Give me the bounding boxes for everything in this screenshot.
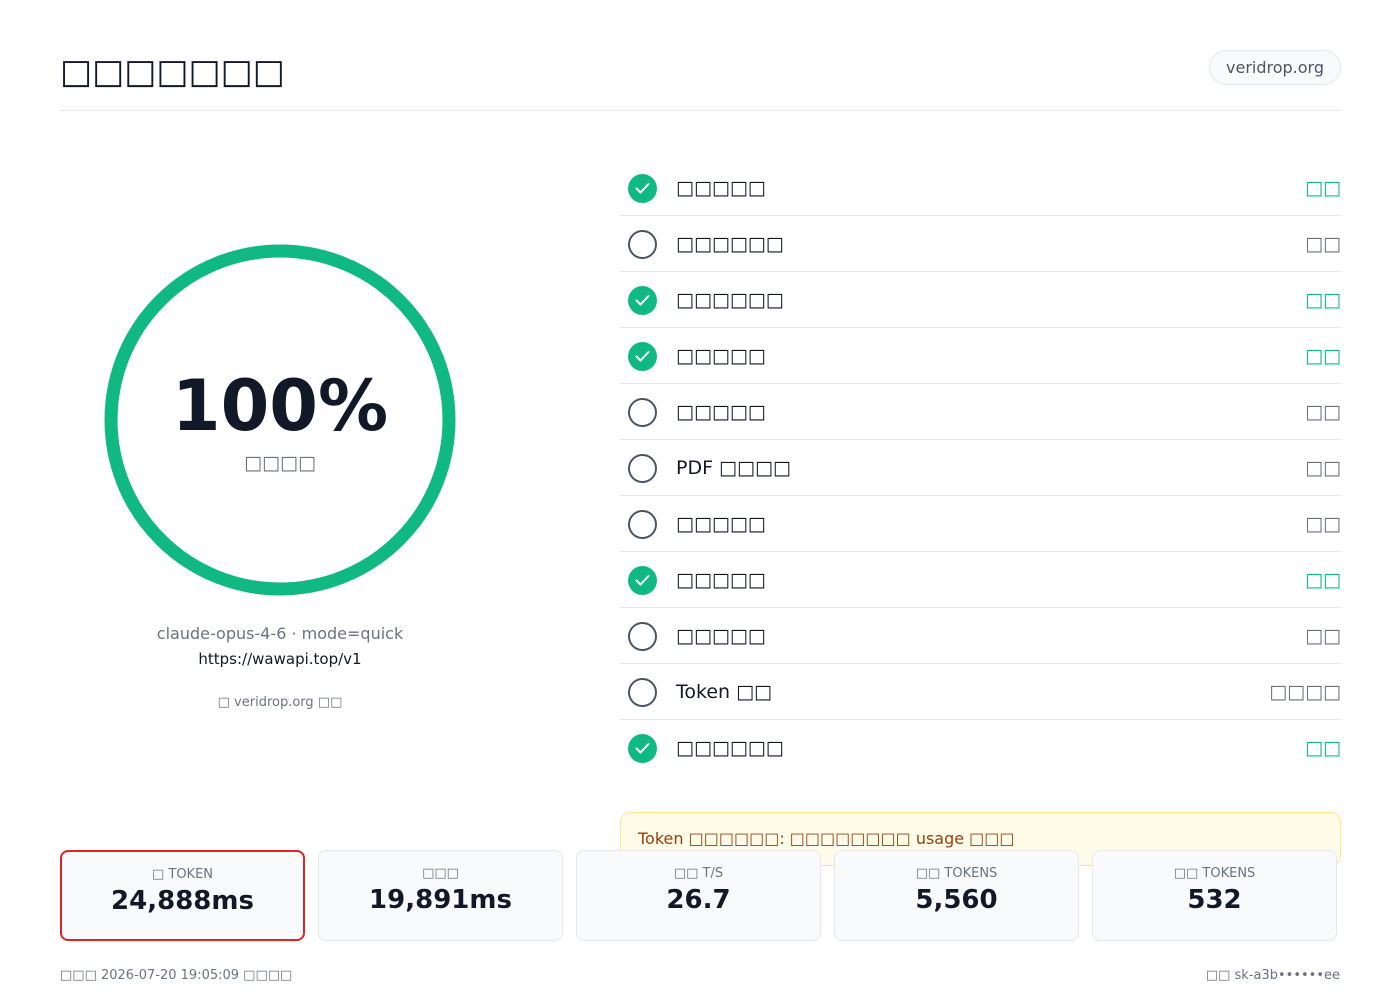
score-value: 100% <box>171 365 389 447</box>
check-circle-icon <box>628 566 657 595</box>
stat-label: □ TOKEN <box>151 867 214 882</box>
page-header: □□□□□□□ veridrop.org <box>60 50 1341 111</box>
check-status: □□ <box>1305 513 1341 535</box>
check-list: □□□□□ □□ □□□□□□ □□ □□□□□□ □□ □□□□□ □□ □□□□□ □□ PDF… <box>620 160 1341 776</box>
check-row: □□□□□ □□ <box>620 384 1341 440</box>
stat-label: □□ TOKENS <box>915 866 998 881</box>
check-row: □□□□□□ □□ <box>620 272 1341 328</box>
check-status: □□ <box>1305 345 1341 367</box>
check-name: Token □□ <box>676 681 773 703</box>
check-status: □□ <box>1305 233 1341 255</box>
check-name: □□□□□ <box>676 625 766 647</box>
check-row: □□□□□ □□ <box>620 608 1341 664</box>
stat-label: □□□ <box>422 866 459 881</box>
empty-circle-icon <box>628 454 657 483</box>
check-name: PDF □□□□ <box>676 457 791 479</box>
check-circle-icon <box>628 174 657 203</box>
stat-card: □□□ 19,891ms <box>318 850 563 941</box>
stat-label: □□ T/S <box>673 866 724 881</box>
endpoint-url[interactable]: https://wawapi.top/v1 <box>60 650 500 668</box>
check-row: □□□□□□ □□ <box>620 720 1341 776</box>
score-ring: 100% □□□□ <box>104 244 456 596</box>
empty-circle-icon <box>628 510 657 539</box>
check-status: □□ <box>1305 737 1341 759</box>
stat-value: 5,560 <box>915 885 998 915</box>
check-name: □□□□□ <box>676 513 766 535</box>
domain-badge[interactable]: veridrop.org <box>1209 50 1341 85</box>
stat-card: □□ TOKENS 532 <box>1092 850 1337 941</box>
footer-timestamp: □□□ 2026-07-20 19:05:09 □□□□ <box>60 968 293 983</box>
check-name: □□□□□ <box>676 569 766 591</box>
check-status: □□ <box>1305 569 1341 591</box>
footer-key: □□ sk-a3b••••••ee <box>1205 968 1340 983</box>
check-name: □□□□□□ <box>676 233 784 255</box>
check-status: □□ <box>1305 177 1341 199</box>
stats-bar: □ TOKEN 24,888ms □□□ 19,891ms □□ T/S 26.7 □□ T… <box>60 850 1341 941</box>
check-status: □□ <box>1305 625 1341 647</box>
page-title: □□□□□□□ <box>60 52 285 92</box>
check-row: □□□□□ □□ <box>620 160 1341 216</box>
score-label: □□□□ <box>244 452 316 474</box>
check-circle-icon <box>628 286 657 315</box>
check-row: □□□□□ □□ <box>620 552 1341 608</box>
check-status: □□□□ <box>1269 681 1341 703</box>
stat-card: □□ TOKENS 5,560 <box>834 850 1079 941</box>
stat-label: □□ TOKENS <box>1173 866 1256 881</box>
stat-card: □ TOKEN 24,888ms <box>60 850 305 941</box>
check-row: Token □□ □□□□ <box>620 664 1341 720</box>
stat-value: 532 <box>1187 885 1242 915</box>
check-row: □□□□□ □□ <box>620 496 1341 552</box>
check-row: □□□□□□ □□ <box>620 216 1341 272</box>
check-row: □□□□□ □□ <box>620 328 1341 384</box>
check-status: □□ <box>1305 289 1341 311</box>
check-circle-icon <box>628 734 657 763</box>
model-info: claude-opus-4-6 · mode=quick <box>156 624 404 643</box>
empty-circle-icon <box>628 678 657 707</box>
stat-card: □□ T/S 26.7 <box>576 850 821 941</box>
empty-circle-icon <box>628 398 657 427</box>
check-name: □□□□□ <box>676 401 766 423</box>
stat-value: 24,888ms <box>111 886 254 916</box>
check-status: □□ <box>1305 401 1341 423</box>
empty-circle-icon <box>628 230 657 259</box>
check-row: PDF □□□□ □□ <box>620 440 1341 496</box>
powered-by: □ veridrop.org □□ <box>217 695 343 710</box>
check-name: □□□□□□ <box>676 737 784 759</box>
check-name: □□□□□□ <box>676 289 784 311</box>
check-name: □□□□□ <box>676 345 766 367</box>
stat-value: 19,891ms <box>369 885 512 915</box>
check-status: □□ <box>1305 457 1341 479</box>
check-name: □□□□□ <box>676 177 766 199</box>
check-circle-icon <box>628 342 657 371</box>
empty-circle-icon <box>628 622 657 651</box>
stat-value: 26.7 <box>666 885 731 915</box>
